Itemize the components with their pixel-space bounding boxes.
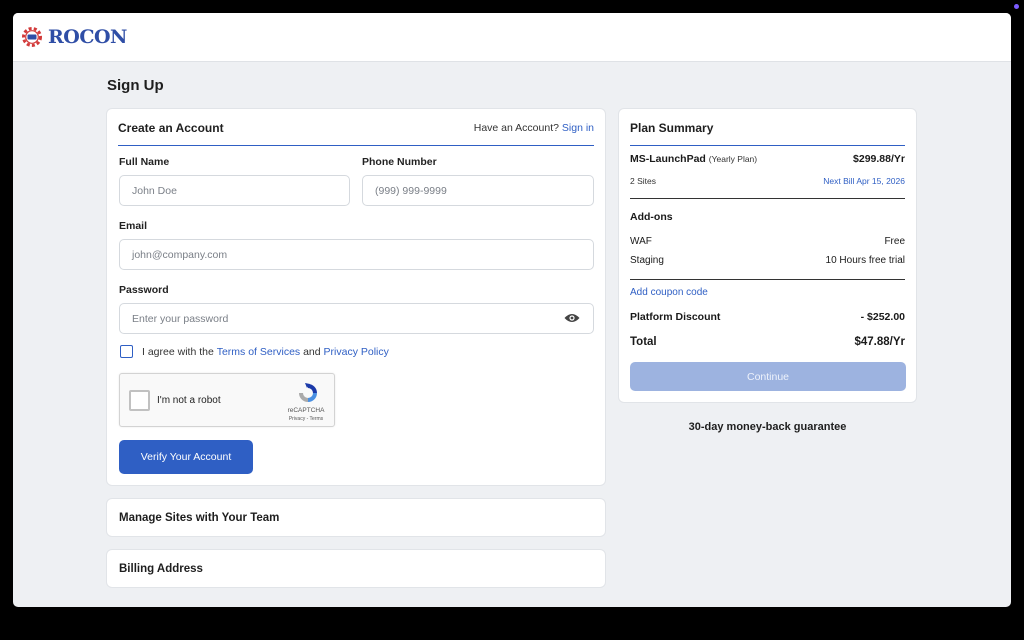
- discount-value: - $252.00: [860, 311, 905, 323]
- password-field: Enter your password: [119, 303, 594, 334]
- addon-name: WAF: [630, 236, 652, 247]
- plan-period: (Yearly Plan): [708, 154, 758, 164]
- plan-summary-header: Plan Summary: [630, 109, 905, 146]
- terms-link[interactable]: Terms of Services: [217, 346, 300, 358]
- password-input[interactable]: Enter your password: [132, 313, 228, 325]
- have-account-text: Have an Account? Sign in: [474, 122, 594, 134]
- gear-logo-icon: [22, 27, 42, 47]
- plan-row: MS-LaunchPad (Yearly Plan) $299.88/Yr: [630, 153, 905, 165]
- plan-price: $299.88/Yr: [853, 153, 905, 165]
- agree-and: and: [303, 345, 321, 358]
- recaptcha-label: I'm not a robot: [157, 395, 221, 406]
- email-input[interactable]: john@company.com: [119, 239, 594, 270]
- eye-icon[interactable]: [564, 312, 580, 324]
- privacy-link[interactable]: Privacy Policy: [324, 346, 389, 358]
- total-value: $47.88/Yr: [854, 336, 905, 348]
- divider: [630, 198, 905, 199]
- have-account-label: Have an Account?: [473, 122, 559, 134]
- addon-value: 10 Hours free trial: [825, 255, 905, 266]
- recaptcha-brand: reCAPTCHA: [287, 407, 325, 414]
- addon-value: Free: [884, 236, 905, 247]
- recaptcha-widget: I'm not a robot reCAPTCHA Privacy - Term…: [119, 373, 335, 427]
- addons-title: Add-ons: [630, 211, 673, 223]
- add-coupon-link[interactable]: Add coupon code: [630, 287, 708, 298]
- top-bar: ROCON: [13, 13, 1011, 62]
- billing-address-section[interactable]: Billing Address: [106, 549, 606, 588]
- total-label: Total: [630, 336, 657, 348]
- full-name-label: Full Name: [119, 156, 170, 168]
- plan-name: MS-LaunchPad: [630, 153, 706, 165]
- create-account-header: Create an Account Have an Account? Sign …: [118, 109, 594, 146]
- full-name-input[interactable]: John Doe: [119, 175, 350, 206]
- agree-row: I agree with the Terms of Services and P…: [120, 345, 389, 358]
- recaptcha-links[interactable]: Privacy - Terms: [286, 416, 326, 422]
- verify-account-button[interactable]: Verify Your Account: [119, 440, 253, 474]
- plan-sites: 2 Sites: [630, 176, 656, 186]
- brand-name: ROCON: [48, 26, 127, 48]
- phone-label: Phone Number: [362, 156, 437, 168]
- agree-prefix: I agree with the: [142, 345, 214, 358]
- divider: [630, 279, 905, 280]
- create-account-card: Create an Account Have an Account? Sign …: [106, 108, 606, 486]
- discount-label: Platform Discount: [630, 311, 721, 323]
- plan-sites-row: 2 Sites Next Bill Apr 15, 2026: [630, 176, 905, 186]
- window-indicator-dot: [1014, 4, 1019, 9]
- recaptcha-icon: [299, 383, 317, 402]
- manage-sites-section[interactable]: Manage Sites with Your Team: [106, 498, 606, 537]
- page-title: Sign Up: [107, 77, 164, 94]
- sign-in-link[interactable]: Sign in: [562, 122, 594, 134]
- coupon-row: Add coupon code: [630, 287, 905, 298]
- brand-logo[interactable]: ROCON: [20, 25, 127, 49]
- discount-row: Platform Discount - $252.00: [630, 311, 905, 323]
- email-label: Email: [119, 220, 148, 232]
- plan-summary-card: Plan Summary MS-LaunchPad (Yearly Plan) …: [618, 108, 917, 403]
- continue-button[interactable]: Continue: [630, 362, 906, 391]
- addon-name: Staging: [630, 255, 664, 266]
- addon-row: Staging 10 Hours free trial: [630, 255, 905, 266]
- total-row: Total $47.88/Yr: [630, 336, 905, 348]
- addons-header-row: Add-ons: [630, 211, 905, 223]
- next-bill: Next Bill Apr 15, 2026: [823, 176, 905, 186]
- phone-input[interactable]: (999) 999-9999: [362, 175, 594, 206]
- app-window: ROCON Sign Up Create an Account Have an …: [13, 13, 1011, 607]
- recaptcha-checkbox[interactable]: [129, 390, 150, 411]
- agree-checkbox[interactable]: [120, 345, 133, 358]
- create-account-title: Create an Account: [118, 121, 224, 135]
- plan-summary-title: Plan Summary: [630, 121, 714, 135]
- addon-row: WAF Free: [630, 236, 905, 247]
- money-back-guarantee: 30-day money-back guarantee: [688, 421, 847, 433]
- password-label: Password: [119, 284, 169, 296]
